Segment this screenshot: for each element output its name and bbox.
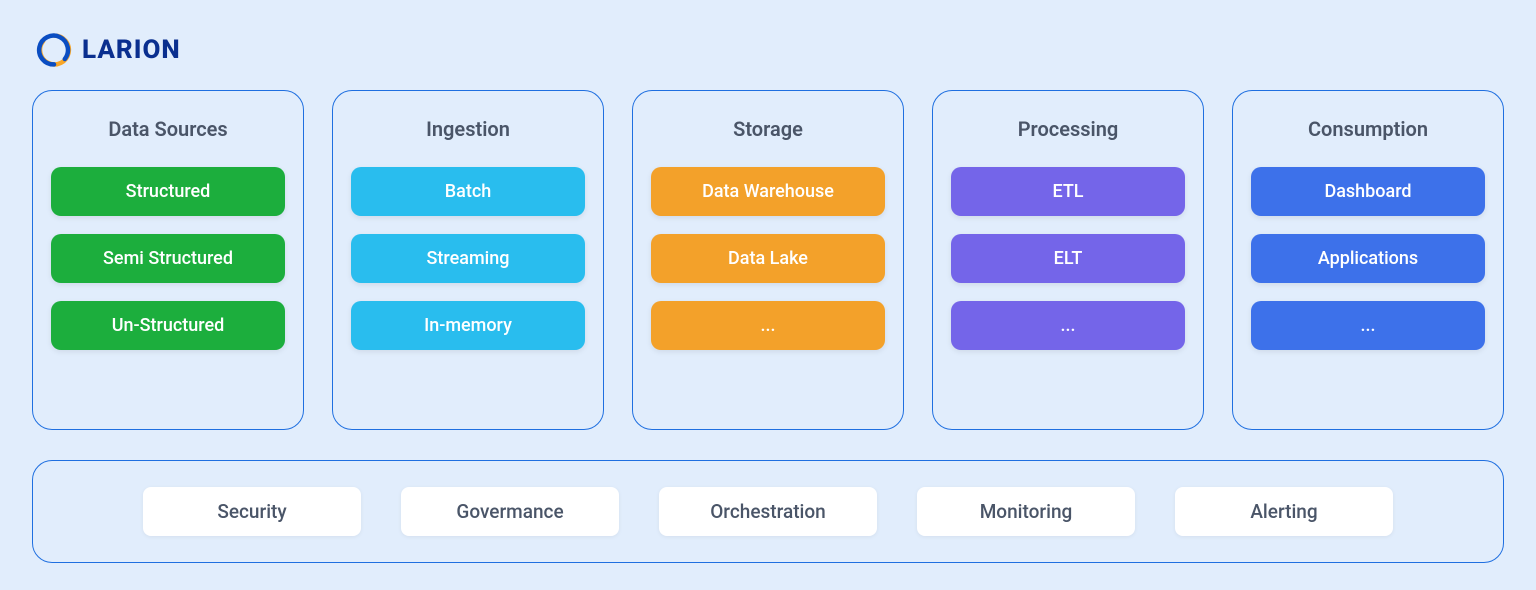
pill-in-memory: In-memory xyxy=(351,301,585,350)
pill-semi-structured: Semi Structured xyxy=(51,234,285,283)
architecture-columns: Data Sources Structured Semi Structured … xyxy=(32,90,1504,430)
pill-streaming: Streaming xyxy=(351,234,585,283)
brand-logo: LARION xyxy=(36,32,181,68)
pill-etl: ETL xyxy=(951,167,1185,216)
pill-dashboard: Dashboard xyxy=(1251,167,1485,216)
column-title: Consumption xyxy=(1251,117,1485,141)
larion-swirl-icon xyxy=(36,32,72,68)
column-title: Data Sources xyxy=(51,117,285,141)
pill-un-structured: Un-Structured xyxy=(51,301,285,350)
pill-data-warehouse: Data Warehouse xyxy=(651,167,885,216)
column-ingestion: Ingestion Batch Streaming In-memory xyxy=(332,90,604,430)
column-processing: Processing ETL ELT ... xyxy=(932,90,1204,430)
pill-storage-more: ... xyxy=(651,301,885,350)
pill-consumption-more: ... xyxy=(1251,301,1485,350)
pill-applications: Applications xyxy=(1251,234,1485,283)
column-title: Ingestion xyxy=(351,117,585,141)
column-data-sources: Data Sources Structured Semi Structured … xyxy=(32,90,304,430)
brand-name: LARION xyxy=(82,35,181,65)
footer-governance: Govermance xyxy=(401,487,619,536)
pill-processing-more: ... xyxy=(951,301,1185,350)
pill-structured: Structured xyxy=(51,167,285,216)
pill-batch: Batch xyxy=(351,167,585,216)
footer-orchestration: Orchestration xyxy=(659,487,877,536)
footer-alerting: Alerting xyxy=(1175,487,1393,536)
cross-cutting-row: Security Govermance Orchestration Monito… xyxy=(32,460,1504,563)
column-storage: Storage Data Warehouse Data Lake ... xyxy=(632,90,904,430)
column-title: Storage xyxy=(651,117,885,141)
column-consumption: Consumption Dashboard Applications ... xyxy=(1232,90,1504,430)
column-title: Processing xyxy=(951,117,1185,141)
footer-monitoring: Monitoring xyxy=(917,487,1135,536)
pill-data-lake: Data Lake xyxy=(651,234,885,283)
pill-elt: ELT xyxy=(951,234,1185,283)
footer-security: Security xyxy=(143,487,361,536)
